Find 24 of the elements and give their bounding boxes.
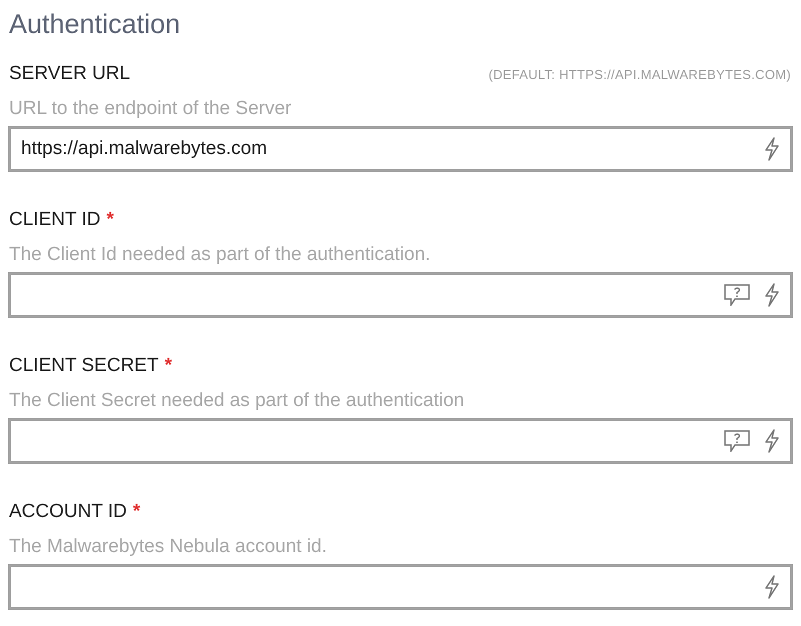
input-field[interactable] bbox=[8, 272, 793, 318]
field-value[interactable]: https://api.malwarebytes.com bbox=[21, 138, 750, 160]
lightning-icon[interactable] bbox=[764, 575, 780, 599]
input-field[interactable]: https://api.malwarebytes.com bbox=[8, 126, 793, 172]
field-description: URL to the endpoint of the Server bbox=[8, 97, 292, 121]
input-field[interactable] bbox=[8, 564, 793, 610]
field-label: ACCOUNT ID bbox=[9, 501, 127, 523]
help-icon[interactable] bbox=[724, 284, 750, 306]
field-description: The Client Id needed as part of the authentication. bbox=[8, 243, 432, 267]
lightning-icon[interactable] bbox=[764, 137, 780, 161]
lightning-icon[interactable] bbox=[764, 429, 780, 453]
field-label: SERVER URL bbox=[9, 63, 130, 85]
field-label: CLIENT SECRET bbox=[9, 355, 159, 377]
section-title: Authentication bbox=[9, 8, 182, 41]
default-hint: (DEFAULT: HTTPS://API.MALWAREBYTES.COM) bbox=[488, 66, 792, 82]
required-mark: * bbox=[164, 355, 172, 377]
field-description: The Client Secret needed as part of the authentication bbox=[8, 389, 466, 413]
required-mark: * bbox=[106, 209, 114, 231]
field-label: CLIENT ID bbox=[9, 209, 101, 231]
required-mark: * bbox=[132, 501, 140, 523]
field-description: The Malwarebytes Nebula account id. bbox=[8, 535, 328, 559]
input-field[interactable] bbox=[8, 418, 793, 464]
help-icon[interactable] bbox=[724, 430, 750, 452]
lightning-icon[interactable] bbox=[764, 283, 780, 307]
